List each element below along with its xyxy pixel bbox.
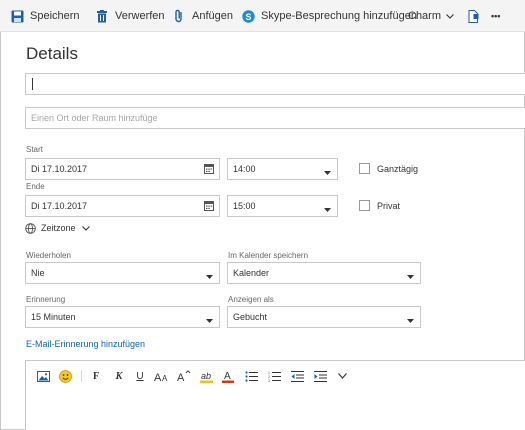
attach-button[interactable]: Anfügen: [171, 0, 233, 32]
repeat-select[interactable]: Nie: [25, 262, 220, 284]
discard-label: Verwerfen: [115, 10, 165, 22]
toolbar-divider: [81, 370, 82, 382]
document-icon: [465, 8, 481, 24]
italic-button[interactable]: K: [111, 368, 127, 384]
decrease-indent-icon[interactable]: [289, 368, 305, 384]
calendar-icon[interactable]: [204, 164, 214, 176]
start-date-value: Di 17.10.2017: [31, 164, 88, 174]
trash-icon: [94, 8, 110, 24]
event-title-input[interactable]: [25, 73, 525, 95]
timezone-toggle[interactable]: Zeitzone: [25, 221, 90, 235]
show-as-value: Gebucht: [233, 312, 268, 322]
end-time-select[interactable]: 15:00: [227, 195, 338, 217]
save-label: Speichern: [30, 10, 80, 22]
show-as-select[interactable]: Gebucht: [227, 306, 421, 328]
dropdown-arrow-icon: [407, 271, 414, 281]
chevron-down-icon: [81, 225, 90, 231]
add-skype-meeting-button[interactable]: S Skype-Besprechung hinzufügen: [240, 0, 417, 32]
reminder-label: Erinnerung: [26, 295, 66, 304]
grow-font-icon[interactable]: A: [176, 368, 192, 384]
reminder-select[interactable]: 15 Minuten: [25, 306, 220, 328]
svg-text:A: A: [162, 374, 168, 382]
command-bar: Speichern Verwerfen Anfügen S Skype-Besp…: [0, 0, 525, 32]
svg-text:A: A: [177, 372, 185, 382]
calendar-select[interactable]: Kalender: [227, 262, 421, 284]
private-checkbox[interactable]: [359, 200, 370, 211]
private-label: Privat: [377, 201, 401, 211]
svg-text:ab: ab: [201, 371, 211, 381]
charm-label: Charm: [408, 10, 442, 22]
calendar-label: Im Kalender speichern: [228, 251, 309, 260]
emoji-icon[interactable]: [57, 368, 73, 384]
location-placeholder: Einen Ort oder Raum hinzufüge: [31, 113, 158, 123]
skype-icon: S: [240, 8, 256, 24]
increase-indent-icon[interactable]: [312, 368, 328, 384]
repeat-label: Wiederholen: [26, 251, 71, 260]
reminder-value: 15 Minuten: [31, 312, 76, 322]
chevron-down-icon: [446, 13, 454, 19]
insert-picture-icon[interactable]: [35, 368, 51, 384]
chevron-down-icon[interactable]: [334, 368, 350, 384]
start-date-input[interactable]: Di 17.10.2017: [25, 158, 220, 180]
start-time-value: 14:00: [233, 164, 256, 174]
svg-text:3: 3: [268, 379, 270, 382]
globe-icon: [25, 222, 36, 234]
save-icon: [9, 8, 25, 24]
underline-button[interactable]: U: [132, 368, 148, 384]
highlight-icon[interactable]: ab: [198, 368, 214, 384]
svg-text:A: A: [224, 371, 231, 382]
body-editor[interactable]: F K U AA A ab A 123: [25, 360, 525, 430]
discard-button[interactable]: Verwerfen: [94, 0, 165, 32]
bold-button[interactable]: F: [88, 368, 104, 384]
dropdown-arrow-icon: [407, 315, 414, 325]
more-label: •••: [491, 11, 501, 21]
start-label: Start: [26, 145, 43, 154]
text-caret: [32, 78, 33, 90]
attach-label: Anfügen: [192, 10, 233, 22]
font-color-icon[interactable]: A: [220, 368, 236, 384]
dropdown-arrow-icon: [206, 315, 213, 325]
svg-text:S: S: [245, 11, 251, 21]
show-as-label: Anzeigen als: [228, 295, 274, 304]
location-input[interactable]: Einen Ort oder Raum hinzufüge: [25, 107, 525, 129]
numbered-list-icon[interactable]: 123: [266, 368, 282, 384]
all-day-checkbox[interactable]: [359, 163, 370, 174]
end-date-input[interactable]: Di 17.10.2017: [25, 195, 220, 217]
charm-dropdown[interactable]: Charm: [408, 0, 454, 32]
calendar-value: Kalender: [233, 268, 270, 278]
end-date-value: Di 17.10.2017: [31, 201, 88, 211]
end-time-value: 15:00: [233, 201, 256, 211]
add-email-reminder-link[interactable]: E-Mail-Erinnerung hinzufügen: [26, 339, 145, 349]
page-title: Details: [26, 44, 78, 63]
all-day-label: Ganztägig: [377, 164, 419, 174]
calendar-icon[interactable]: [204, 201, 214, 213]
dropdown-arrow-icon: [206, 271, 213, 281]
paperclip-icon: [171, 8, 187, 24]
add-document-button[interactable]: [465, 0, 486, 32]
svg-text:A: A: [154, 372, 162, 382]
formatting-toolbar: F K U AA A ab A 123: [26, 361, 525, 391]
dropdown-arrow-icon: [324, 167, 331, 177]
save-button[interactable]: Speichern: [9, 0, 80, 32]
start-time-select[interactable]: 14:00: [227, 158, 338, 180]
more-options-button[interactable]: •••: [491, 0, 500, 32]
end-label: Ende: [26, 182, 45, 191]
repeat-value: Nie: [31, 268, 45, 278]
font-size-icon[interactable]: AA: [153, 368, 169, 384]
bullet-list-icon[interactable]: [243, 368, 259, 384]
timezone-label: Zeitzone: [41, 223, 76, 233]
dropdown-arrow-icon: [324, 204, 331, 214]
skype-label: Skype-Besprechung hinzufügen: [261, 10, 417, 22]
